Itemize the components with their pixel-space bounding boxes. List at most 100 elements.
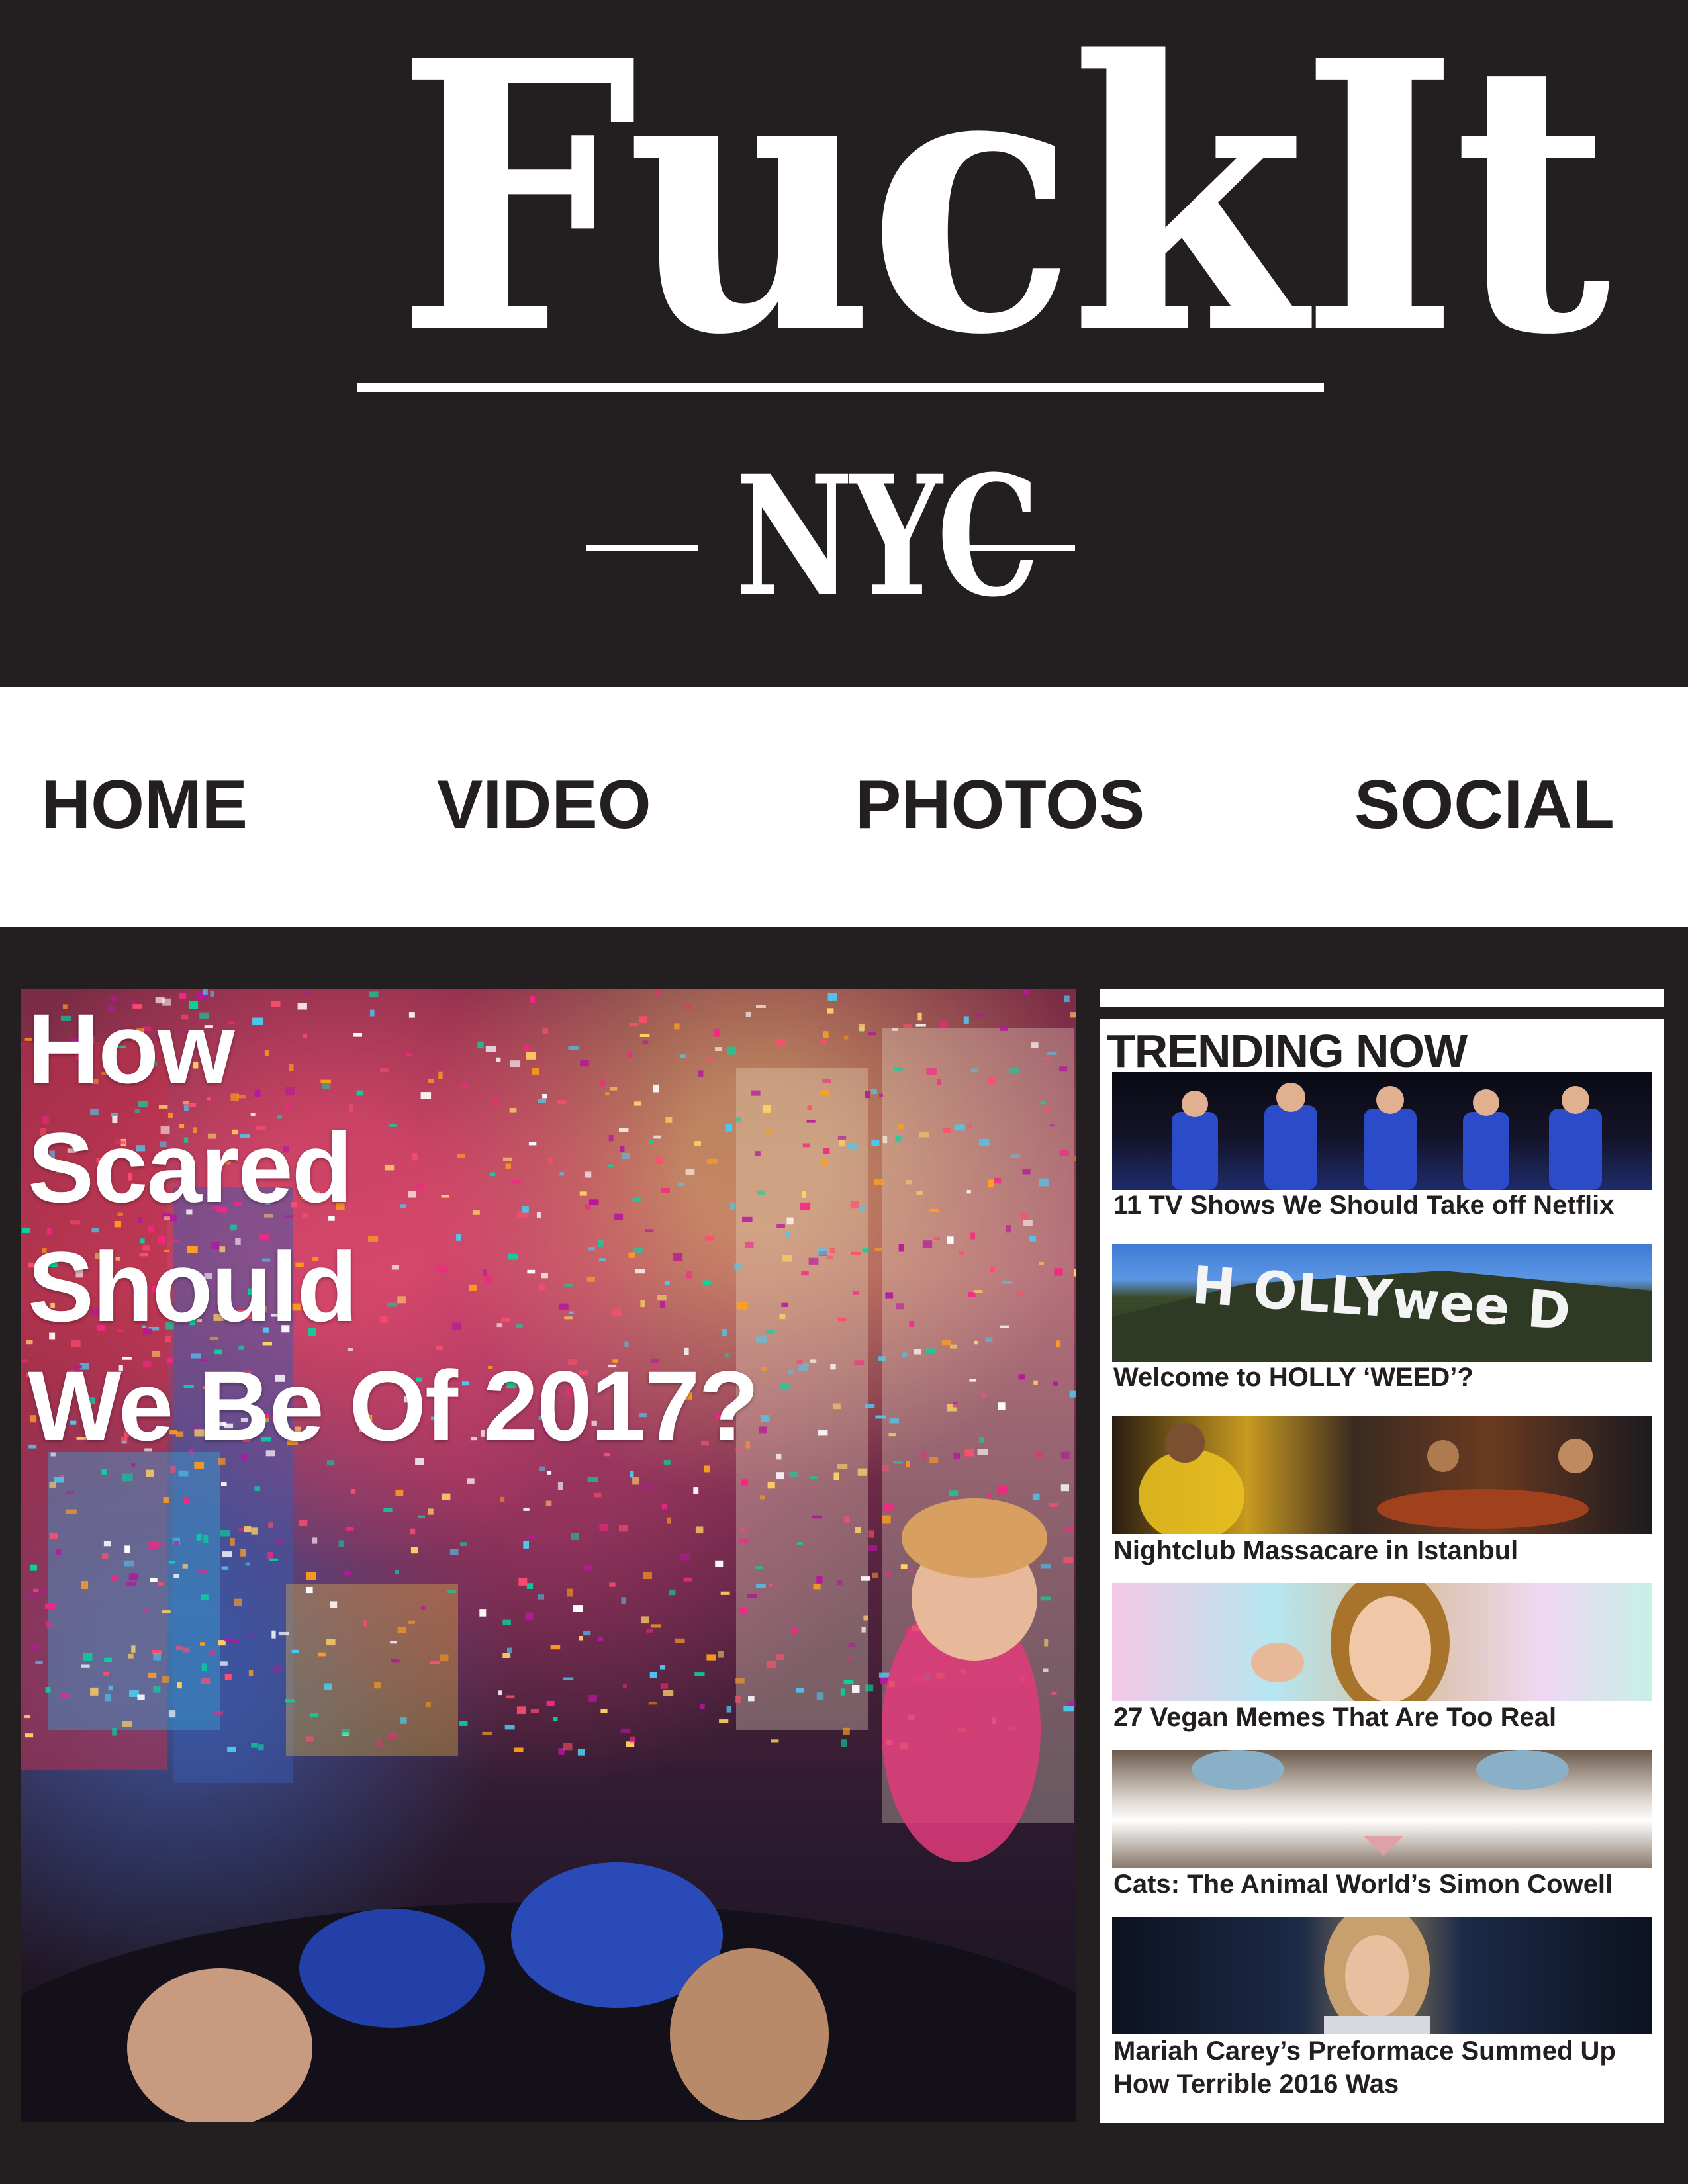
confetti-piece	[1049, 1124, 1055, 1127]
confetti-piece	[641, 1485, 651, 1489]
confetti-piece	[895, 1136, 901, 1142]
confetti-piece	[981, 1392, 987, 1398]
confetti-piece	[38, 1587, 46, 1594]
confetti-piece	[158, 1582, 164, 1586]
confetti-piece	[816, 1692, 824, 1700]
confetti-piece	[153, 1686, 161, 1693]
confetti-piece	[718, 1651, 724, 1658]
nav-item-photos[interactable]: PHOTOS	[855, 765, 1145, 844]
trending-heading: TRENDING NOW	[1107, 1025, 1468, 1077]
confetti-piece	[162, 1676, 170, 1683]
confetti-piece	[813, 1584, 821, 1590]
confetti-piece	[868, 1530, 874, 1538]
confetti-piece	[738, 1538, 749, 1543]
confetti-piece	[101, 1469, 107, 1475]
confetti-piece	[446, 1590, 456, 1593]
confetti-piece	[523, 1540, 529, 1549]
confetti-piece	[916, 1191, 923, 1195]
confetti-piece	[504, 1725, 515, 1730]
confetti-piece	[1022, 1169, 1031, 1175]
nav-item-social[interactable]: SOCIAL	[1354, 765, 1615, 844]
site-logo[interactable]: FuckIt	[396, 13, 1611, 384]
confetti-piece	[498, 1690, 502, 1696]
confetti-piece	[719, 1719, 729, 1723]
confetti-piece	[998, 1486, 1008, 1494]
trending-caption-line: Welcome to HOLLY ‘WEED’?	[1113, 1363, 1474, 1392]
confetti-piece	[220, 1661, 228, 1666]
confetti-piece	[902, 1352, 908, 1357]
confetti-piece	[587, 1477, 598, 1482]
confetti-piece	[1060, 1451, 1070, 1459]
vegan-meme-image	[1251, 1583, 1450, 1701]
confetti-piece	[112, 1728, 117, 1736]
confetti-piece	[148, 1672, 157, 1678]
confetti-piece	[124, 1545, 130, 1553]
confetti-piece	[326, 1639, 336, 1646]
confetti-piece	[933, 1236, 940, 1240]
confetti-piece	[1041, 1101, 1046, 1105]
confetti-piece	[739, 1607, 747, 1614]
confetti-piece	[967, 1124, 972, 1129]
hero-headline: How Scared Should We Be Of 2017?	[28, 989, 888, 1465]
confetti-piece	[884, 1504, 894, 1512]
confetti-piece	[843, 1727, 850, 1735]
confetti-piece	[1044, 1639, 1049, 1647]
confetti-piece	[841, 1739, 847, 1747]
confetti-piece	[661, 1504, 667, 1509]
confetti-piece	[553, 1717, 558, 1721]
trending-caption: Nightclub Massacare in Istanbul	[1113, 1534, 1654, 1567]
confetti-piece	[45, 1603, 56, 1609]
confetti-piece	[683, 1577, 692, 1582]
nav-item-home[interactable]: HOME	[41, 765, 248, 844]
confetti-piece	[735, 1696, 741, 1703]
football-players-image	[1172, 1083, 1602, 1190]
confetti-piece	[338, 1540, 344, 1547]
confetti-piece	[747, 1594, 757, 1598]
confetti-piece	[599, 1524, 608, 1531]
confetti-piece	[196, 1533, 202, 1541]
confetti-piece	[990, 1266, 995, 1273]
confetti-piece	[954, 1124, 965, 1131]
confetti-piece	[49, 1482, 56, 1488]
confetti-piece	[1006, 1225, 1011, 1233]
confetti-piece	[209, 1650, 216, 1655]
confetti-piece	[985, 1337, 993, 1342]
trending-caption: 27 Vegan Memes That Are Too Real	[1113, 1701, 1654, 1734]
hero-feature-article[interactable]: How Scared Should We Be Of 2017?	[21, 989, 1076, 2122]
confetti-piece	[776, 1654, 784, 1660]
confetti-piece	[844, 1516, 850, 1523]
confetti-piece	[128, 1573, 138, 1581]
confetti-piece	[545, 1500, 552, 1506]
confetti-piece	[630, 1736, 636, 1743]
confetti-piece	[33, 1588, 39, 1592]
confetti-piece	[1054, 1268, 1063, 1276]
confetti-piece	[994, 1177, 1002, 1184]
confetti-piece	[649, 1672, 657, 1678]
confetti-piece	[906, 1460, 910, 1468]
confetti-piece	[177, 1682, 182, 1689]
confetti-piece	[760, 1495, 765, 1500]
nav-item-video[interactable]: VIDEO	[437, 765, 651, 844]
logo-dash-left	[586, 545, 698, 551]
confetti-piece	[537, 1594, 545, 1600]
confetti-piece	[346, 1527, 354, 1531]
confetti-piece	[45, 1687, 51, 1693]
confetti-piece	[789, 1471, 798, 1478]
confetti-piece	[111, 1575, 117, 1581]
confetti-piece	[882, 1515, 891, 1524]
trending-caption: Cats: The Animal World’s Simon Cowell	[1113, 1868, 1654, 1901]
confetti-piece	[103, 1541, 111, 1547]
confetti-piece	[922, 1240, 933, 1248]
confetti-piece	[999, 1026, 1008, 1031]
confetti-piece	[573, 1605, 583, 1612]
confetti-piece	[248, 1634, 255, 1637]
confetti-piece	[374, 1682, 381, 1689]
confetti-piece	[621, 1597, 626, 1604]
confetti-piece	[872, 1572, 878, 1578]
confetti-piece	[83, 1653, 93, 1661]
confetti-piece	[977, 1449, 988, 1455]
confetti-piece	[309, 1713, 319, 1718]
trending-caption-line: 27 Vegan Memes That Are Too Real	[1113, 1703, 1557, 1732]
confetti-piece	[868, 1545, 878, 1551]
confetti-piece	[929, 1457, 939, 1463]
